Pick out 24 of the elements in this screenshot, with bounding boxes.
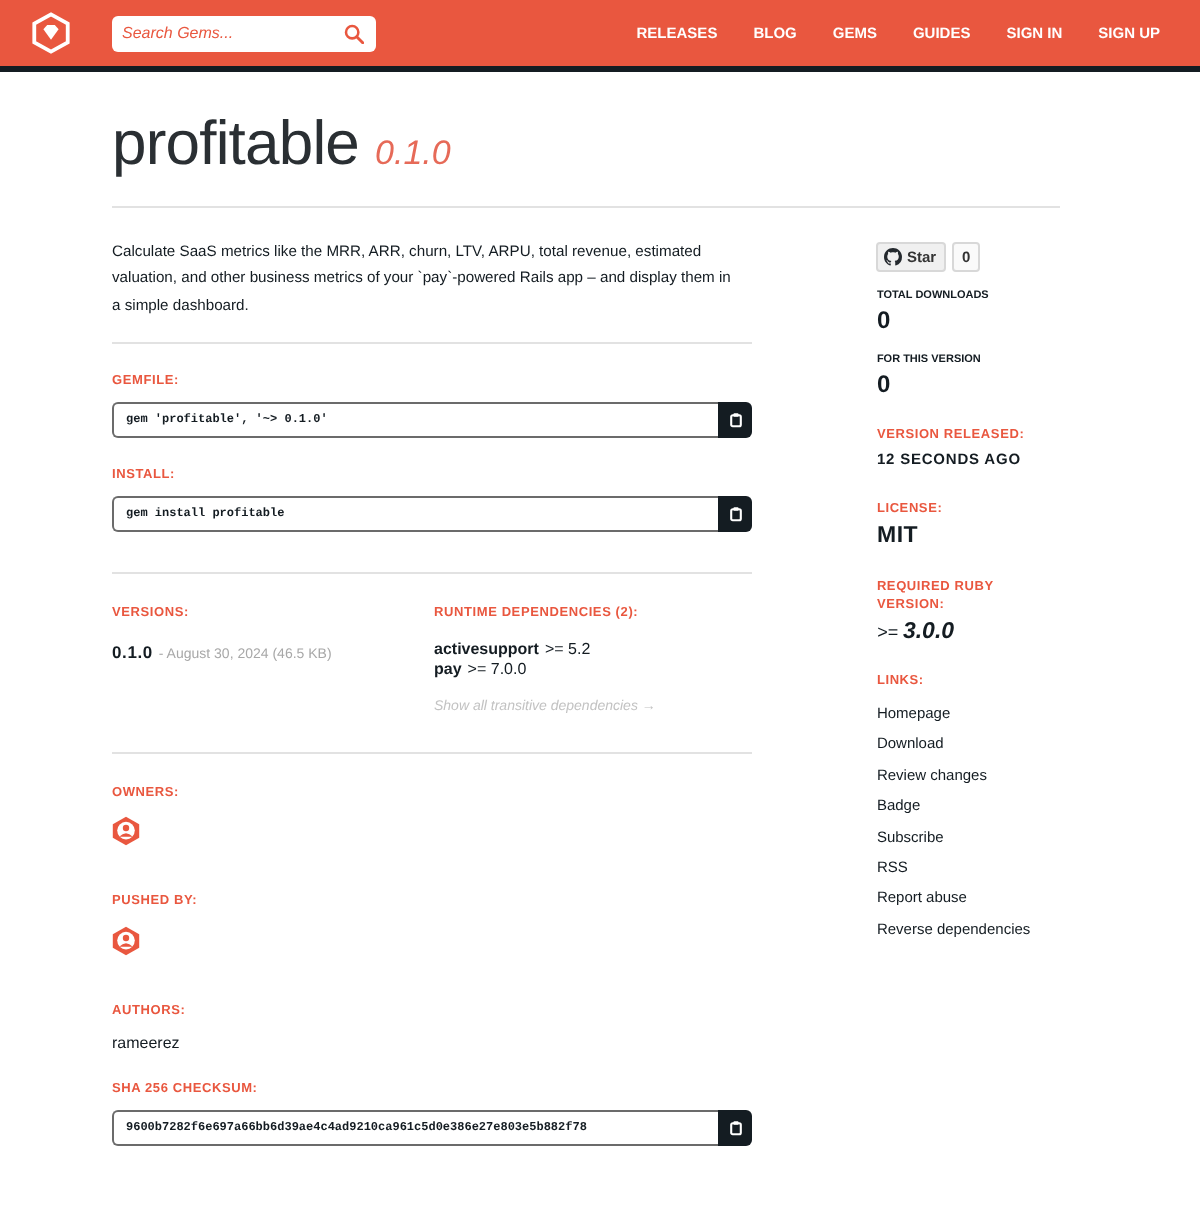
version-requirement: >= 7.0.0 bbox=[467, 659, 527, 678]
gem-version: 0.1.0 bbox=[375, 134, 451, 174]
copy-button[interactable] bbox=[718, 401, 753, 438]
meta-value: MIT bbox=[876, 524, 921, 548]
avatar-icon[interactable] bbox=[112, 925, 140, 956]
stat-value: 0 bbox=[876, 308, 893, 332]
clipboard-icon bbox=[729, 411, 742, 428]
stat-value: 0 bbox=[876, 372, 893, 396]
meta-value: >= 3.0.0 bbox=[876, 620, 957, 644]
avatar-icon[interactable] bbox=[112, 815, 140, 846]
dependency-link[interactable]: activesupport bbox=[434, 639, 539, 658]
copy-button[interactable] bbox=[718, 495, 753, 532]
dependency-link[interactable]: pay bbox=[434, 659, 462, 678]
version-requirement: >= 5.2 bbox=[544, 639, 591, 658]
author-name: rameerez bbox=[112, 1031, 182, 1056]
clipboard-icon bbox=[729, 505, 742, 522]
gem-name: profitable bbox=[112, 108, 360, 180]
copy-button[interactable] bbox=[718, 1109, 753, 1146]
version-link[interactable]: 0.1.0 bbox=[112, 641, 153, 662]
clipboard-icon bbox=[729, 1119, 742, 1136]
gem-logo-icon[interactable] bbox=[32, 12, 70, 54]
github-icon bbox=[884, 248, 903, 266]
search-field[interactable]: Search Gems... bbox=[112, 15, 376, 51]
search-icon[interactable] bbox=[344, 23, 364, 43]
